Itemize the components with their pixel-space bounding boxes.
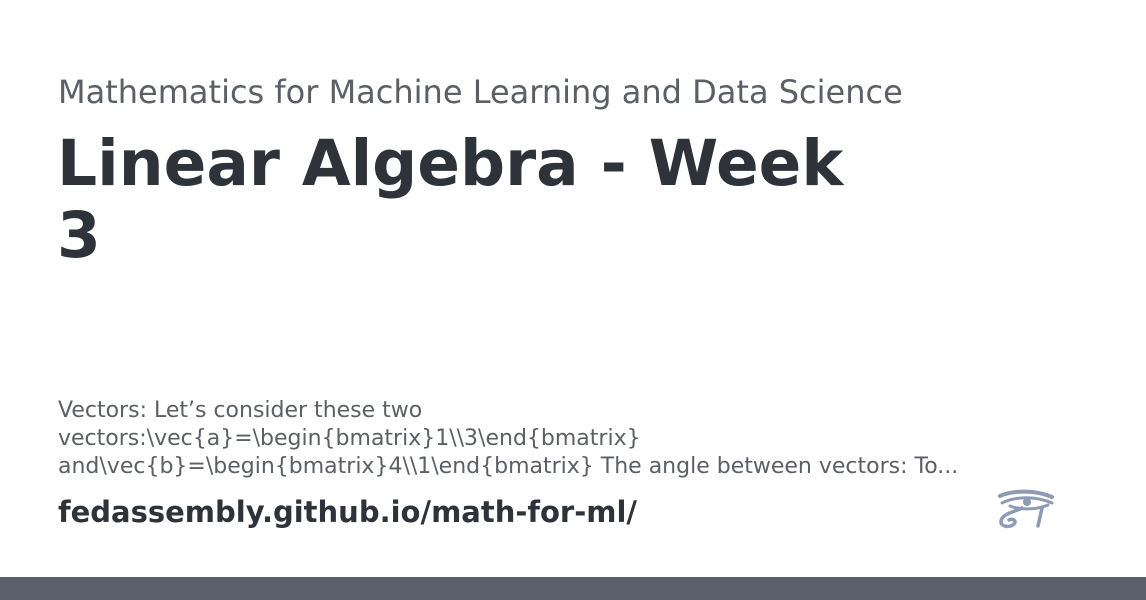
bottom-bar [0, 577, 1146, 600]
excerpt-line: and\vec{b}=\begin{bmatrix}4\\1\end{bmatr… [58, 454, 959, 479]
social-preview-card: Mathematics for Machine Learning and Dat… [0, 0, 1146, 600]
excerpt-line: Vectors: Let’s consider these two [58, 398, 423, 423]
site-url: fedassembly.github.io/math-for-ml/ [58, 495, 638, 529]
excerpt-line: vectors:\vec{a}=\begin{bmatrix}1\\3\end{… [58, 426, 641, 451]
page-title: Linear Algebra - Week 3 [57, 127, 844, 272]
site-title: Mathematics for Machine Learning and Dat… [58, 73, 903, 111]
post-excerpt: Vectors: Let’s consider these two vector… [58, 397, 1068, 481]
eye-of-horus-icon [998, 489, 1054, 529]
